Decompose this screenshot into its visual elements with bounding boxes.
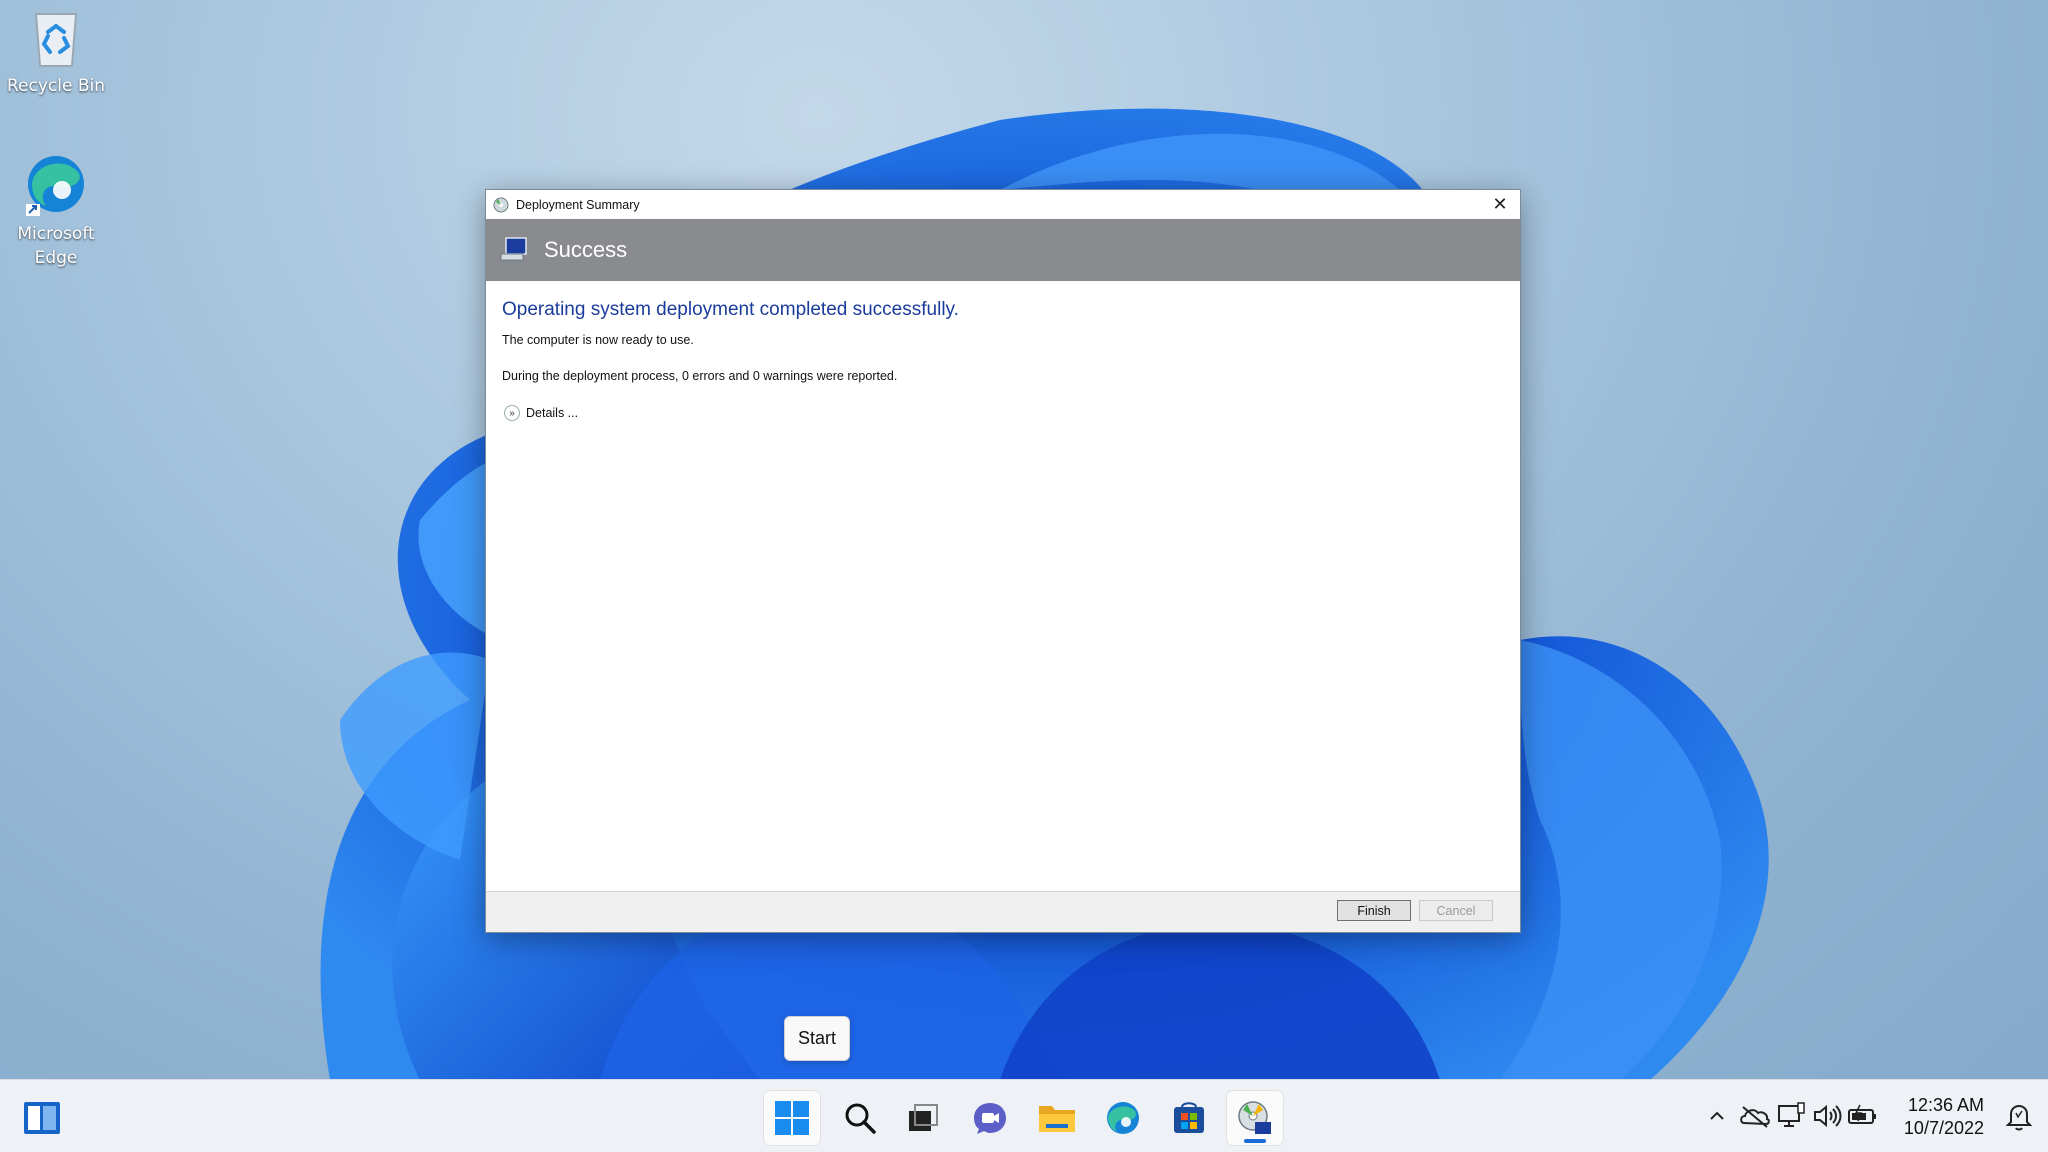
desktop-icon-recycle-bin[interactable]: Recycle Bin: [1, 8, 111, 98]
search-button[interactable]: [832, 1091, 888, 1145]
task-view-icon: [909, 1104, 938, 1131]
status-banner: Success: [486, 219, 1520, 281]
taskbar: 12:36 AM 10/7/2022: [0, 1079, 2048, 1152]
teams-chat-icon: [974, 1103, 1006, 1134]
recycle-bin-icon: [34, 13, 78, 67]
system-tray: [1700, 1080, 1880, 1152]
deployment-app-icon: [493, 197, 509, 212]
store-icon: [1174, 1102, 1204, 1133]
chevron-up-icon[interactable]: [1700, 1099, 1734, 1133]
dialog-footer: Finish Cancel: [486, 891, 1520, 932]
search-icon: [845, 1103, 876, 1134]
dialog-content: Operating system deployment completed su…: [486, 281, 1520, 439]
close-button[interactable]: ✕: [1480, 190, 1520, 219]
network-icon[interactable]: [1774, 1099, 1808, 1133]
errors-warnings-message: During the deployment process, 0 errors …: [502, 369, 898, 383]
file-explorer-button[interactable]: [1029, 1091, 1085, 1145]
notification-icon[interactable]: [2004, 1100, 2034, 1132]
clock-time: 12:36 AM: [1907, 1095, 1984, 1115]
edge-icon: [26, 156, 84, 216]
dialog-titlebar[interactable]: Deployment Summary ✕: [486, 190, 1520, 219]
battery-icon[interactable]: [1846, 1099, 1880, 1133]
deployment-summary-dialog: Deployment Summary ✕ Success Operating s…: [485, 189, 1521, 933]
volume-icon[interactable]: [1810, 1099, 1844, 1133]
finish-button[interactable]: Finish: [1337, 900, 1411, 921]
details-label: Details ...: [526, 406, 579, 420]
clock[interactable]: 12:36 AM 10/7/2022: [1904, 1094, 1984, 1140]
close-icon: ✕: [1492, 194, 1508, 214]
teams-chat-button[interactable]: [962, 1091, 1018, 1145]
edge-label: Microsoft Edge: [17, 224, 95, 268]
deployment-app-taskbar-button[interactable]: [1227, 1091, 1283, 1145]
task-view-button[interactable]: [895, 1091, 951, 1145]
edge-taskbar-button[interactable]: [1095, 1091, 1151, 1145]
store-button[interactable]: [1161, 1091, 1217, 1145]
computer-icon: [500, 237, 527, 261]
edge-icon: [1107, 1102, 1139, 1134]
start-tooltip: Start: [784, 1016, 850, 1061]
clock-date: 10/7/2022: [1903, 1118, 1984, 1138]
start-icon: [775, 1101, 809, 1135]
deployment-app-icon: [1238, 1101, 1271, 1134]
recycle-bin-label: Recycle Bin: [6, 76, 105, 96]
ready-message: The computer is now ready to use.: [502, 333, 694, 347]
cancel-button[interactable]: Cancel: [1419, 900, 1493, 921]
banner-title: Success: [544, 237, 628, 262]
widgets-button[interactable]: [14, 1091, 70, 1145]
onedrive-icon[interactable]: [1738, 1099, 1772, 1133]
dialog-title: Deployment Summary: [516, 197, 640, 212]
chevron-down-icon: »: [504, 405, 520, 421]
widgets-icon: [24, 1102, 60, 1134]
headline: Operating system deployment completed su…: [502, 299, 959, 320]
desktop-icon-edge[interactable]: Microsoft Edge: [1, 150, 111, 270]
details-expander[interactable]: » Details ...: [502, 405, 1504, 421]
start-button[interactable]: [764, 1091, 820, 1145]
file-explorer-icon: [1039, 1106, 1075, 1132]
active-indicator: [1244, 1139, 1266, 1143]
